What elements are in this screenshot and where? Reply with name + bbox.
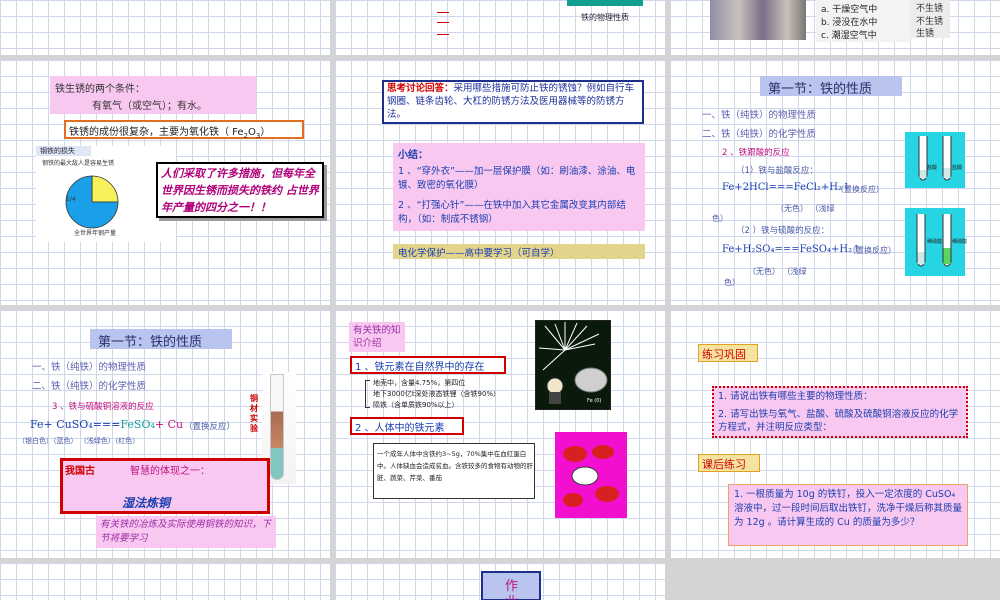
equation-cuso4: Fe+ CuSO₄===FeSO₄+ Cu (30, 418, 184, 431)
option-b: b. 浸没在水中 (821, 18, 878, 28)
practice-q2: 2. 请写出铁与氧气、盐酸、硫酸及硫酸铜溶液反应的化学方程式，并注明反应类型： (718, 409, 959, 433)
tube-label: 盐酸 (927, 165, 938, 171)
homework-title: 课后练习 (702, 458, 746, 471)
discussion-text: 思考讨论回答：采用哪些措施可防止铁的锈蚀？例如自行车钢圈、链条齿轮、大杠的防锈方… (387, 83, 635, 120)
equation-hcl-colors: （无色） （浅绿 (776, 204, 835, 213)
body-iron-text: 一个成年人体中含铁约3~5g，70%集中在血红蛋白中。人体缺血会造成贫血。含铁较… (377, 450, 533, 482)
pie-caption: 全世界年钢产量 (74, 230, 117, 237)
item-physical: 一、铁（纯铁）的物理性质 (32, 362, 147, 373)
slide-2[interactable]: 铁的物理性质 (335, 0, 665, 55)
practice-title: 练习巩固 (702, 348, 746, 361)
equation-h2so4: Fe+H₂SO₄===FeSO₄+H₂↑ (722, 244, 861, 255)
pie-header: 钢铁的损失 (40, 147, 75, 155)
equation-h2so4-colors-2: 色） (724, 278, 740, 287)
wisdom-text: 智慧的体现之一： (130, 466, 210, 477)
result-c: 生锈 (916, 29, 935, 39)
item-chemical: 二、铁（纯铁）的化学性质 (702, 129, 817, 140)
item-physical: 一、铁（纯铁）的物理性质 (702, 110, 817, 121)
result-a: 不生锈 (916, 4, 944, 14)
tube-label: 稀硫酸 (952, 239, 968, 245)
slide-3[interactable]: a. 干燥空气中 b. 浸没在水中 c. 潮湿空气中 不生锈 不生锈 生锈 (670, 0, 1000, 55)
test-tube-photo (710, 0, 806, 40)
equation-h2so4-note: （置换反应） (848, 246, 896, 255)
empty-slot (670, 563, 1000, 600)
title-bar (567, 0, 643, 6)
conditions-body: 有氧气（或空气）；有水。 (92, 101, 207, 112)
electrochem-text: 电化学保护——高中要学习（可自学） (398, 248, 560, 259)
fe-label: Fe (0) (587, 398, 602, 404)
item-chemical: 二、铁（纯铁）的化学性质 (32, 381, 147, 392)
slide-7[interactable]: 第一节：铁的性质 一、铁（纯铁）的物理性质 二、铁（纯铁）的化学性质 3 、铁与… (0, 310, 330, 558)
divider (437, 34, 449, 35)
blood-cell-icon (563, 445, 619, 507)
footer-text: 有关铁的冶炼及实际使用铜铁的知识，下节将要学习 (100, 519, 272, 544)
caption: 铁的物理性质 (581, 13, 629, 22)
section-title: 第一节：铁的性质 (768, 82, 873, 97)
iron-burst-icon (538, 322, 608, 404)
heading-nature: 1 、铁元素在自然界中的存在 (355, 362, 485, 373)
equation-cuso4-colors: （银白色）（蓝色） （浅绿色）（红色） (18, 437, 140, 445)
summary-item-1: 1 、“穿外衣”——加一层保护膜（如：刷油漆、涂油、电镀、致密的氧化膜） (398, 166, 636, 191)
experiment-tube (270, 374, 284, 480)
slide-4[interactable]: 铁生锈的两个条件： 有氧气（或空气）；有水。 铁锈的成份很复杂，主要为氧化铁（ … (0, 60, 330, 305)
vertical-label: 铜材实验 (250, 394, 258, 433)
equation-hcl: Fe+2HCl===FeCl₂+H₂↑ (722, 182, 851, 193)
subitem-hcl: （1）铁与盐酸反应： (736, 166, 818, 176)
loss-statement: 人们采取了许多措施，但每年全世界因生锈而损失的铁约 占世界年产量的四分之一！！ (161, 167, 319, 214)
test-tube-icon (918, 136, 952, 181)
wisdom-ancient: 我国古 (65, 466, 95, 477)
equation-hcl-colors-2: 色） (712, 214, 728, 223)
brace (365, 380, 370, 408)
homework-q1: 1. 一根质量为 10g 的铁钉，投入一定浓度的 CuSO₄ 溶液中，过一段时间… (734, 489, 963, 528)
slide-1[interactable] (0, 0, 330, 55)
rust-composition: 铁锈的成份很复杂，主要为氧化铁（ Fe2O3） (69, 127, 271, 140)
divider (437, 12, 449, 13)
divider (437, 22, 449, 23)
intro-title: 有关铁的知识介绍 (353, 325, 401, 349)
subitem-cuso4: 3 、铁与硫酸铜溶液的反应 (52, 402, 154, 412)
section-title: 第一节：铁的性质 (98, 335, 203, 350)
subitem-acid: 2 、铁跟酸的反应 (722, 148, 790, 158)
slide-5[interactable]: 思考讨论回答：采用哪些措施可防止铁的锈蚀？例如自行车钢圈、链条齿轮、大杠的防锈方… (335, 60, 665, 305)
wet-copper: 湿法炼铜 (122, 496, 171, 510)
slide-8[interactable]: 有关铁的知识介绍 1 、铁元素在自然界中的存在 地壳中，含量4.75%，第四位 … (335, 310, 665, 558)
slide-11[interactable]: 作 业 (335, 563, 665, 600)
option-a: a. 干燥空气中 (821, 5, 878, 15)
nature-fact-2: 地下3000亿t深处液态铁锂（含铁90%） (373, 390, 501, 398)
heading-body: 2 、人体中的铁元素 (355, 423, 445, 434)
practice-q1: 1. 请说出铁有哪些主要的物理性质： (718, 391, 873, 402)
tube-label: 稀硫酸 (927, 239, 943, 245)
conditions-title: 铁生锈的两个条件： (55, 84, 145, 95)
subitem-h2so4: （2 ）铁与硫酸的反应： (736, 226, 830, 236)
equation-cuso4-note: （置换反应） (184, 422, 236, 432)
tube-label: 盐酸 (952, 165, 963, 171)
nature-fact-1: 地壳中，含量4.75%，第四位 (373, 379, 466, 387)
nature-fact-3: 陨铁（含单质铁90%以上） (373, 401, 459, 409)
homework-label-2: 业 (505, 591, 518, 600)
pie-slice-label: 1/4 (66, 196, 76, 203)
pie-slice (91, 175, 119, 203)
option-c: c. 潮湿空气中 (821, 31, 877, 41)
summary-item-2: 2 、“打强心针”——在铁中加入其它金属改变其内部结构，（如：制成不锈钢） (398, 200, 626, 225)
slide-9[interactable]: 练习巩固 1. 请说出铁有哪些主要的物理性质： 2. 请写出铁与氧气、盐酸、硫酸… (670, 310, 1000, 558)
equation-hcl-note: （置换反应） (836, 185, 884, 194)
slide-6[interactable]: 第一节：铁的性质 一、铁（纯铁）的物理性质 二、铁（纯铁）的化学性质 2 、铁跟… (670, 60, 1000, 305)
pie-subheader: 钢铁的最大敌人是容易生锈 (42, 160, 115, 167)
summary-title: 小结： (398, 150, 428, 161)
equation-h2so4-colors: （无色） （浅绿 (748, 267, 807, 276)
slide-10[interactable] (0, 563, 330, 600)
